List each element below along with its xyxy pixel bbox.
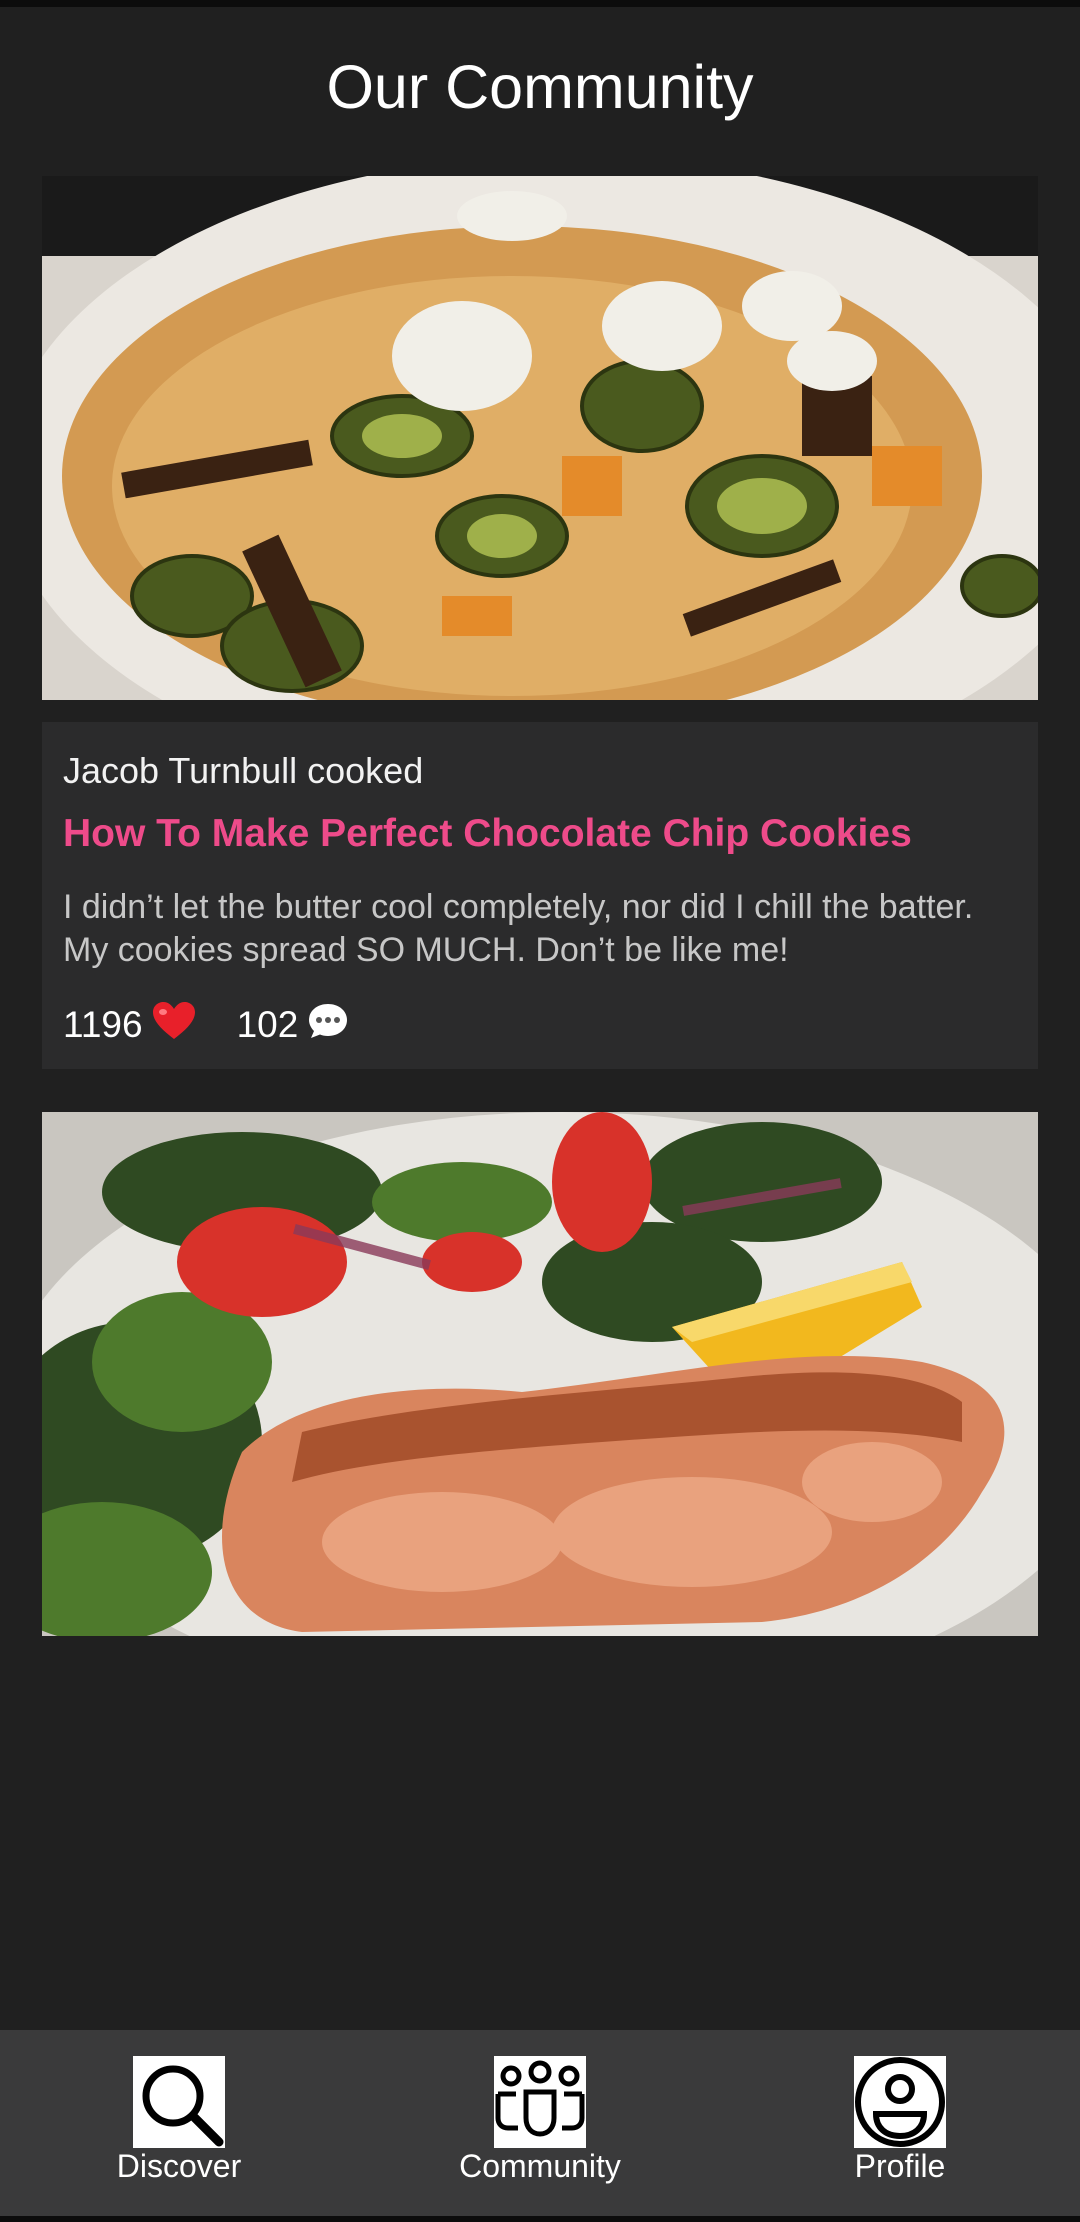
heart-icon	[151, 1001, 197, 1050]
nav-item-community[interactable]: Community	[420, 2056, 660, 2196]
speech-bubble-icon	[306, 1001, 350, 1050]
salmon-salad-photo	[42, 1112, 1038, 1636]
nav-label-profile: Profile	[854, 2148, 946, 2184]
nav-item-profile[interactable]: Profile	[780, 2056, 1020, 2196]
nav-label-community: Community	[459, 2148, 621, 2184]
roasted-vegetable-flatbread-photo	[42, 176, 1038, 700]
post-card[interactable]: Jacob Turnbull cooked How To Make Perfec…	[42, 722, 1038, 1069]
post-image-salmon[interactable]	[42, 1112, 1038, 1636]
profile-icon	[854, 2056, 946, 2148]
nav-label-discover: Discover	[116, 2148, 242, 2184]
comment-count: 102	[236, 1004, 299, 1045]
post-author-line: Jacob Turnbull cooked	[63, 750, 424, 791]
status-bar	[0, 0, 1080, 7]
comment-button[interactable]: 102	[237, 1001, 351, 1050]
nav-item-discover[interactable]: Discover	[59, 2056, 299, 2196]
like-count: 1196	[63, 1004, 143, 1045]
page-title: Our Community	[326, 53, 754, 121]
system-navigation-bar	[0, 2216, 1080, 2222]
recipe-title-link[interactable]: How To Make Perfect Chocolate Chip Cooki…	[63, 812, 912, 856]
search-icon	[133, 2056, 225, 2148]
post-stats: 1196 102	[63, 1000, 390, 1050]
bottom-navigation: Discover Community Profile	[0, 2030, 1080, 2216]
like-button[interactable]: 1196	[63, 1001, 197, 1050]
community-icon	[494, 2056, 586, 2148]
post-image-flatbread[interactable]	[42, 176, 1038, 700]
post-comment-text: I didn’t let the butter cool completely,…	[63, 888, 974, 969]
